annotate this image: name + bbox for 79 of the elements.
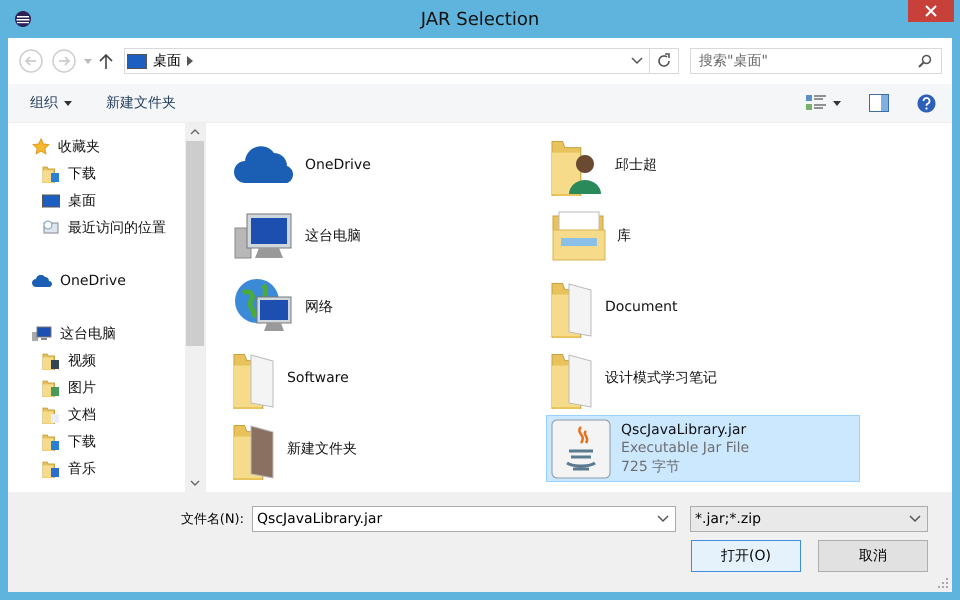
sidebar-item[interactable]: 文档	[32, 401, 185, 428]
file-name: 网络	[305, 298, 333, 316]
file-item[interactable]: Document	[546, 273, 860, 340]
close-button[interactable]	[908, 0, 954, 22]
desktop-icon	[127, 54, 147, 68]
file-item[interactable]: Software	[228, 344, 542, 411]
path-segment[interactable]: 桌面	[153, 52, 181, 70]
file-name: Software	[287, 370, 349, 386]
scroll-up-icon[interactable]	[190, 129, 200, 135]
file-name: 这台电脑	[305, 226, 361, 244]
up-arrow-icon[interactable]	[99, 53, 113, 69]
file-name: QscJavaLibrary.jar	[621, 422, 748, 438]
refresh-icon	[656, 53, 672, 69]
filename-label: 文件名(N):	[180, 511, 244, 528]
sidebar-item[interactable]: 收藏夹	[32, 133, 185, 160]
folder-icon	[42, 460, 60, 478]
desktop-icon	[42, 192, 60, 210]
cloud-icon	[32, 274, 52, 286]
folder-icon	[42, 378, 60, 396]
close-icon	[925, 5, 937, 17]
sidebar-item[interactable]: 最近访问的位置	[32, 214, 185, 241]
file-item[interactable]: 设计模式学习笔记	[546, 344, 860, 411]
folder-icon	[42, 406, 60, 424]
sidebar-item[interactable]: 图片	[32, 374, 185, 401]
file-item[interactable]: 库	[546, 202, 860, 269]
new-folder-button[interactable]: 新建文件夹	[98, 90, 184, 116]
file-item[interactable]: 邱士超	[546, 131, 860, 198]
sidebar-item[interactable]: 视频	[32, 347, 185, 374]
file-name: Document	[605, 298, 678, 314]
star-icon	[32, 138, 50, 156]
file-item[interactable]: OneDrive	[228, 131, 542, 198]
file-name: OneDrive	[305, 156, 371, 172]
resize-grip-icon[interactable]	[938, 578, 948, 588]
search-icon	[918, 54, 932, 68]
address-bar[interactable]: 桌面	[124, 48, 679, 74]
view-options-icon[interactable]	[805, 94, 827, 112]
chevron-down-icon[interactable]	[631, 57, 643, 65]
file-name: 设计模式学习笔记	[605, 368, 717, 386]
scroll-down-icon[interactable]	[190, 480, 200, 486]
download-folder-icon	[42, 432, 60, 450]
file-item[interactable]: 网络	[228, 273, 542, 340]
window-title: JAR Selection	[420, 8, 540, 30]
preview-pane-icon[interactable]	[869, 94, 889, 112]
sidebar-item[interactable]: 这台电脑	[32, 320, 185, 347]
chevron-down-icon[interactable]	[909, 515, 921, 523]
chevron-down-icon[interactable]	[657, 515, 669, 523]
search-field[interactable]: 搜索"桌面"	[690, 48, 942, 74]
scroll-thumb[interactable]	[186, 141, 204, 346]
download-folder-icon	[42, 164, 60, 182]
help-icon[interactable]	[917, 94, 936, 112]
app-icon	[14, 10, 32, 28]
scrollbar[interactable]	[185, 123, 205, 492]
file-name: 新建文件夹	[287, 440, 357, 458]
sidebar-item[interactable]: 下载	[32, 160, 185, 187]
computer-icon	[32, 326, 52, 342]
sidebar-item[interactable]: 音乐	[32, 455, 185, 482]
chevron-right-icon[interactable]	[187, 56, 193, 66]
file-item[interactable]: QscJavaLibrary.jar Executable Jar File 725 字节	[546, 415, 860, 482]
java-cup-icon	[551, 418, 611, 478]
sidebar-item[interactable]: 桌面	[32, 187, 185, 214]
organize-menu[interactable]: 组织	[22, 90, 80, 116]
dropdown-caret-icon[interactable]	[833, 100, 841, 106]
file-item[interactable]: 新建文件夹	[228, 415, 542, 482]
folder-icon	[42, 352, 60, 370]
caret-icon	[64, 100, 72, 106]
file-name: 库	[617, 226, 631, 244]
recent-places-icon	[42, 218, 60, 236]
library-folder-icon	[551, 210, 607, 262]
cancel-button[interactable]: 取消	[818, 540, 928, 572]
cloud-icon	[233, 144, 295, 184]
file-type-dropdown[interactable]: *.jar;*.zip	[690, 506, 928, 532]
filename-field[interactable]: QscJavaLibrary.jar	[252, 506, 676, 532]
open-button[interactable]: 打开(O)	[691, 540, 801, 572]
sidebar-item[interactable]: 下载	[32, 428, 185, 455]
file-type: Executable Jar File	[621, 440, 750, 456]
file-size: 725 字节	[621, 458, 682, 476]
sidebar-item[interactable]: OneDrive	[32, 267, 185, 294]
file-name: 邱士超	[615, 156, 657, 174]
file-item[interactable]: 这台电脑	[228, 202, 542, 269]
